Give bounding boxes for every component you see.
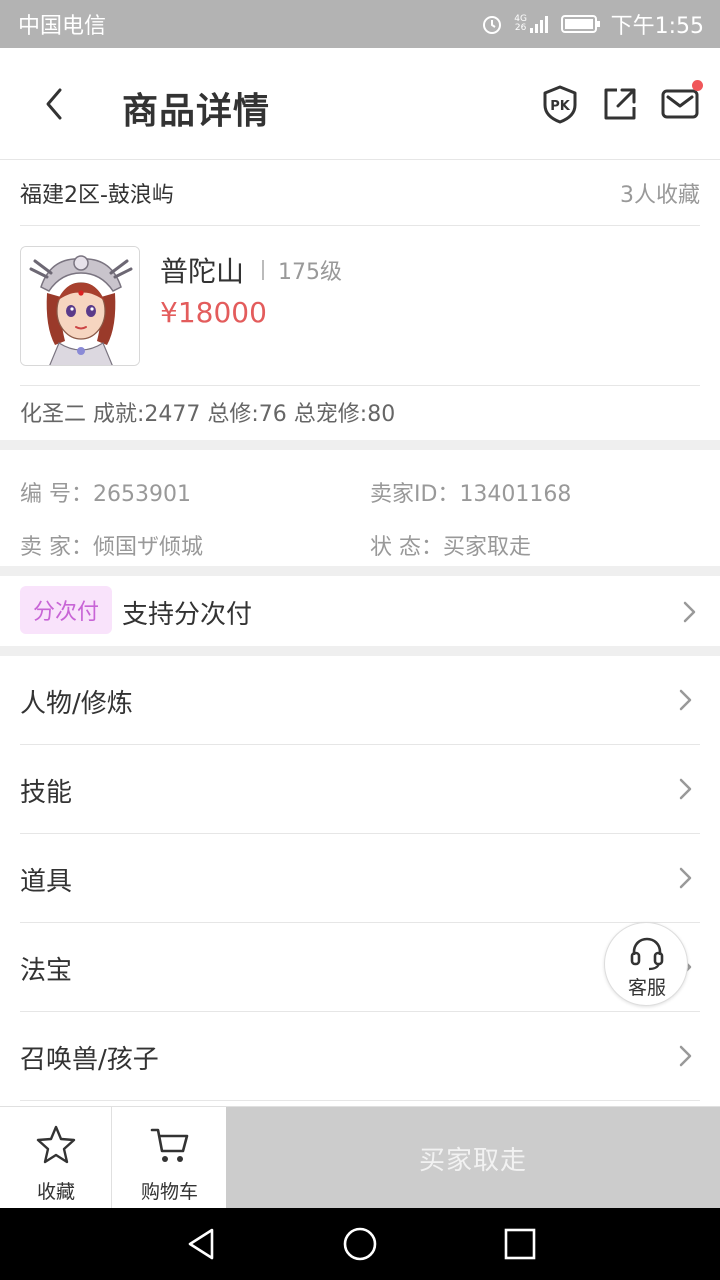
alarm-icon <box>481 13 503 35</box>
character-level: 175级 <box>278 260 343 285</box>
status-bar: 中国电信 4G 26 下午1:55 <box>0 0 720 48</box>
installment-row[interactable]: 分次付 支持分次付 <box>0 576 720 646</box>
character-price: ¥18000 <box>160 296 267 329</box>
section-label: 法宝 <box>20 956 73 986</box>
character-stats: 化圣二 成就:2477 总修:76 总宠修:80 <box>20 402 396 427</box>
share-icon[interactable] <box>600 84 640 124</box>
section-item-character[interactable]: 人物/修炼 <box>20 656 700 745</box>
chevron-right-icon <box>678 688 694 712</box>
navigation-bar <box>0 1208 720 1280</box>
carrier-name: 中国电信 <box>18 14 107 39</box>
section-item-items[interactable]: 道具 <box>20 834 700 923</box>
seller-id: 卖家ID：13401168 <box>370 476 710 508</box>
status-icons: 4G 26 下午1:55 <box>481 8 704 40</box>
installment-badge: 分次付 <box>20 586 112 634</box>
back-icon[interactable] <box>36 84 72 124</box>
seller-value: 倾国ザ倾城 <box>93 535 204 560</box>
seller: 卖 家：倾国ザ倾城 <box>20 529 360 561</box>
chevron-right-icon <box>678 777 694 801</box>
chevron-right-icon <box>678 866 694 890</box>
page-title: 商品详情 <box>122 91 271 132</box>
customer-service-label: 客服 <box>627 977 666 999</box>
favorite-label: 收藏 <box>36 1181 75 1203</box>
server-name: 福建2区-鼓浪屿 <box>20 182 174 208</box>
header: 商品详情 PK <box>0 48 720 160</box>
buy-button[interactable]: 买家取走 <box>226 1107 720 1209</box>
seller-label: 卖 家： <box>20 535 93 560</box>
customer-service-button[interactable]: 客服 <box>604 922 688 1006</box>
section-label: 人物/修炼 <box>20 689 133 719</box>
chevron-right-icon <box>682 600 698 624</box>
section-divider <box>0 646 720 656</box>
action-bar: 收藏 购物车 买家取走 <box>0 1106 720 1209</box>
screen: 中国电信 4G 26 下午1:55 商品详情 PK 福建2区-鼓浪屿 3人收藏 … <box>0 0 720 1280</box>
section-divider <box>0 440 720 450</box>
cart-icon <box>150 1128 189 1162</box>
notification-dot <box>692 80 703 91</box>
section-label: 道具 <box>20 867 73 897</box>
character-card[interactable]: 普陀山 175级 ¥18000 <box>20 226 700 386</box>
network-type: 4G 26 <box>514 14 527 33</box>
section-item-treasures[interactable]: 法宝 <box>20 923 700 1012</box>
headset-icon <box>630 937 664 971</box>
section-label: 技能 <box>20 778 73 808</box>
favorite-count: 3人收藏 <box>620 182 700 208</box>
nav-back-icon[interactable] <box>182 1224 222 1264</box>
chevron-right-icon <box>678 1044 694 1068</box>
server-row: 福建2区-鼓浪屿 3人收藏 <box>20 160 700 226</box>
seller-id-label: 卖家ID： <box>370 482 460 507</box>
section-divider <box>0 566 720 576</box>
pk-icon[interactable]: PK <box>540 84 580 124</box>
installment-text: 支持分次付 <box>122 600 253 630</box>
section-item-pets[interactable]: 召唤兽/孩子 <box>20 1012 700 1101</box>
nav-recents-icon[interactable] <box>500 1224 540 1264</box>
character-title-row: 普陀山 175级 <box>160 250 342 290</box>
character-school: 普陀山 <box>160 255 245 288</box>
svg-text:PK: PK <box>550 99 571 114</box>
nav-home-icon[interactable] <box>340 1224 380 1264</box>
section-item-skills[interactable]: 技能 <box>20 745 700 834</box>
status: 状 态：买家取走 <box>370 529 710 561</box>
seller-id-value: 13401168 <box>459 482 572 507</box>
signal-icon: 4G 26 <box>513 14 551 34</box>
favorite-button[interactable]: 收藏 <box>0 1107 112 1209</box>
star-icon <box>36 1125 76 1164</box>
battery-icon <box>560 13 601 35</box>
character-avatar <box>20 246 140 366</box>
item-id: 编 号：2653901 <box>20 476 360 508</box>
status-label: 状 态： <box>370 535 443 560</box>
cart-button[interactable]: 购物车 <box>113 1107 226 1209</box>
section-label: 召唤兽/孩子 <box>20 1045 159 1075</box>
clock: 下午1:55 <box>610 14 704 39</box>
item-id-label: 编 号： <box>20 482 93 507</box>
cart-label: 购物车 <box>140 1181 198 1203</box>
title-divider <box>262 260 265 280</box>
status-value: 买家取走 <box>443 535 532 560</box>
item-id-value: 2653901 <box>93 482 191 507</box>
